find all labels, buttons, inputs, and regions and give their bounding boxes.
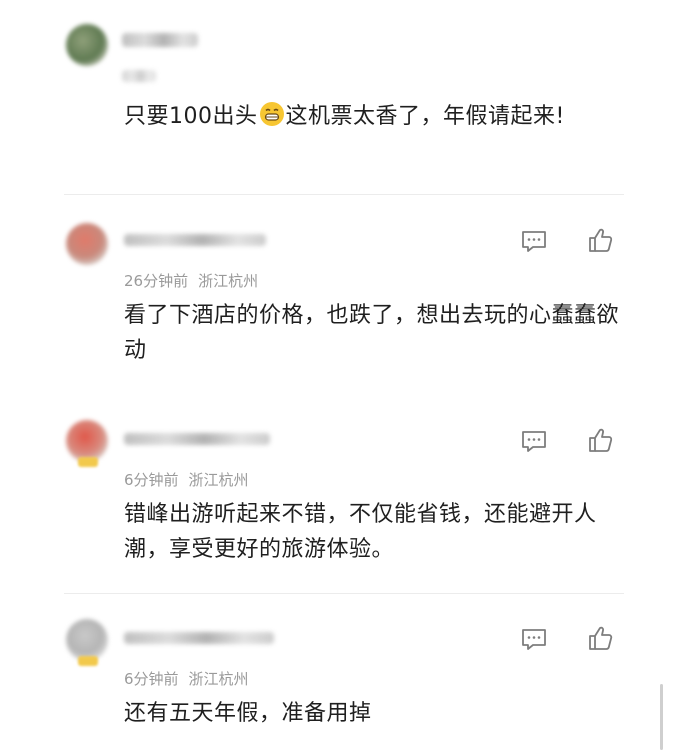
username-blurred[interactable] xyxy=(122,33,198,47)
username-blurred[interactable] xyxy=(124,632,274,644)
avatar[interactable] xyxy=(66,223,108,265)
reply-comment-icon[interactable] xyxy=(519,624,549,654)
reply-comment-icon[interactable] xyxy=(519,226,549,256)
user-badge xyxy=(78,457,98,467)
comment-text: 错峰出游听起来不错，不仅能省钱，还能避开人潮，享受更好的旅游体验。 xyxy=(124,502,597,562)
avatar[interactable] xyxy=(66,420,108,462)
avatar[interactable] xyxy=(66,24,108,66)
thumbs-up-icon[interactable] xyxy=(586,623,616,653)
username-blurred[interactable] xyxy=(124,433,270,445)
user-meta-blurred xyxy=(122,70,156,82)
avatar[interactable] xyxy=(66,619,108,661)
comment-location: 浙江杭州 xyxy=(188,670,249,688)
comment-item: 26分钟前 浙江杭州 看了下酒店的价格，也跌了，想出去玩的心蠢蠢欲动 xyxy=(0,195,683,395)
comment-item: 只要100出头 这机票太香了，年假请起来! xyxy=(0,0,683,195)
comment-time: 6分钟前 xyxy=(124,471,179,489)
thumbs-up-icon[interactable] xyxy=(586,225,616,255)
comment-time: 26分钟前 xyxy=(124,272,189,290)
comment-time: 6分钟前 xyxy=(124,670,179,688)
comment-location: 浙江杭州 xyxy=(188,471,249,489)
comment-text: 还有五天年假，准备用掉 xyxy=(124,701,372,726)
comment-text: 看了下酒店的价格，也跌了，想出去玩的心蠢蠢欲动 xyxy=(124,303,620,363)
grinning-face-emoji-icon xyxy=(259,102,284,126)
thumbs-up-icon[interactable] xyxy=(586,425,616,455)
comment-meta: 6分钟前 浙江杭州 xyxy=(124,668,249,689)
user-badge xyxy=(78,656,98,666)
scrollbar[interactable] xyxy=(660,684,663,750)
comment-item: 6分钟前 浙江杭州 错峰出游听起来不错，不仅能省钱，还能避开人潮，享受更好的旅游体… xyxy=(0,395,683,595)
comment-location: 浙江杭州 xyxy=(198,272,259,290)
comment-text: 只要100出头 这机票太香了，年假请起来! xyxy=(124,99,624,134)
comment-meta: 26分钟前 浙江杭州 xyxy=(124,270,258,291)
comment-meta: 6分钟前 浙江杭州 xyxy=(124,469,249,490)
reply-comment-icon[interactable] xyxy=(519,426,549,456)
comment-item: 6分钟前 浙江杭州 还有五天年假，准备用掉 xyxy=(0,594,683,751)
username-blurred[interactable] xyxy=(124,234,266,246)
